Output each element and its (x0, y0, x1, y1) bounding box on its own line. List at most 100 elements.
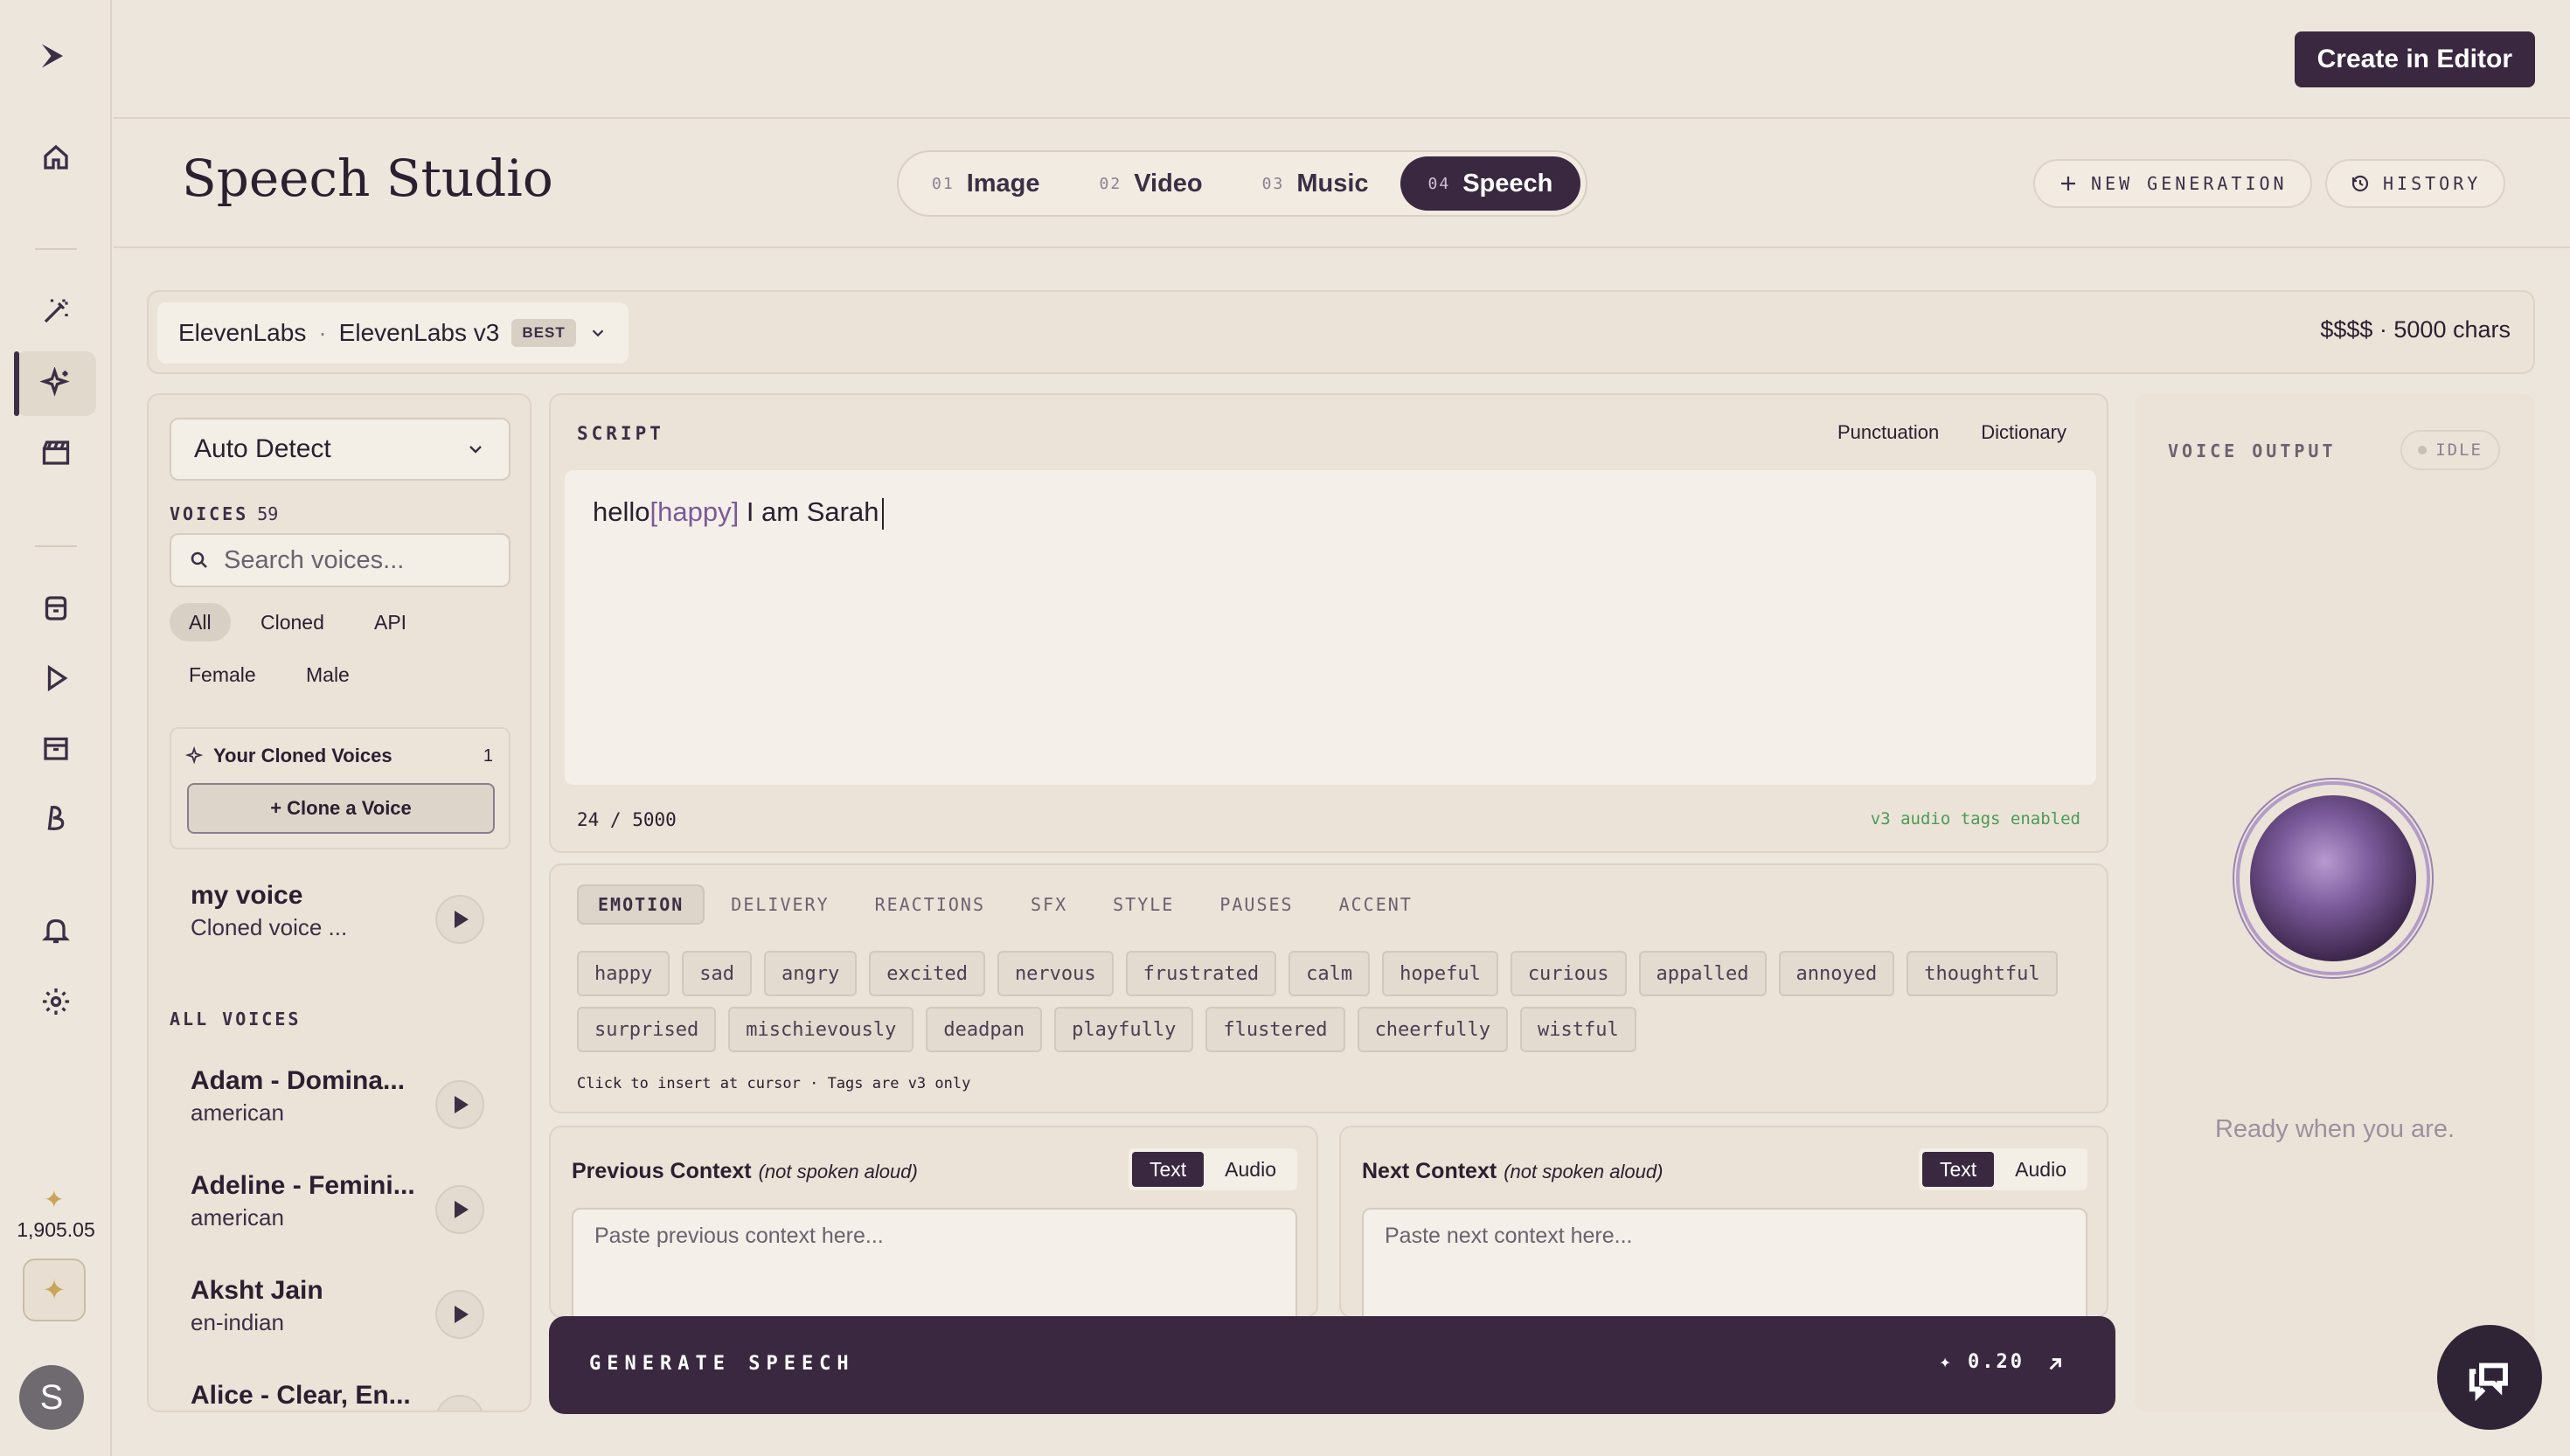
buy-credits-button[interactable]: ✦ (23, 1258, 86, 1321)
tag-chip[interactable]: hopeful (1382, 951, 1498, 996)
cloned-voices-title: Your Cloned Voices (185, 745, 392, 767)
generation-cost: ✦ 0.20 (1939, 1351, 2025, 1373)
voices-panel: Auto Detect VOICES 59 Search voices... Al… (147, 393, 531, 1412)
tag-chip[interactable]: happy (577, 951, 670, 996)
text-mode-button[interactable]: Text (1131, 1152, 1205, 1187)
next-context-panel: Next Context (not spoken aloud) Text Audi… (1339, 1126, 2108, 1318)
filter-api[interactable]: API (355, 603, 426, 641)
previous-context-title: Previous Context (not spoken aloud) (572, 1159, 918, 1183)
tag-chip[interactable]: appalled (1638, 951, 1767, 996)
home-icon[interactable] (35, 136, 77, 178)
tag-chip[interactable]: playfully (1054, 1007, 1194, 1052)
tags-enabled-note: v3 audio tags enabled (1870, 809, 2080, 829)
character-count: 24 / 5000 (577, 809, 677, 830)
voice-search-input[interactable]: Search voices... (170, 533, 511, 587)
tag-chip[interactable]: excited (869, 951, 985, 996)
tag-chip[interactable]: nervous (997, 951, 1114, 996)
generate-speech-button[interactable]: GENERATE SPEECH ✦ 0.20 (549, 1316, 2115, 1414)
audio-mode-button[interactable]: Audio (1997, 1152, 2084, 1187)
voices-label: VOICES 59 (170, 503, 279, 524)
tag-chip[interactable]: deadpan (926, 1007, 1043, 1052)
play-preview-button[interactable] (435, 895, 484, 944)
voice-item[interactable]: Aksht Jain en-indian (191, 1276, 523, 1355)
tag-chip[interactable]: annoyed (1778, 951, 1895, 996)
archive-icon[interactable] (35, 587, 77, 629)
script-panel: SCRIPT Punctuation Dictionary hello[happ… (549, 393, 2108, 853)
mode-tab-image[interactable]: 01 Image (904, 156, 1068, 211)
model-name: ElevenLabs v3 (338, 319, 500, 346)
text-mode-button[interactable]: Text (1921, 1152, 1995, 1187)
voice-item[interactable]: Adeline - Femini... american (191, 1171, 523, 1250)
filter-cloned[interactable]: Cloned (241, 603, 344, 641)
cloned-voices-count: 1 (483, 746, 493, 766)
page-title: Speech Studio (182, 149, 553, 208)
chevron-down-icon (469, 446, 482, 454)
tab-delivery[interactable]: DELIVERY (712, 884, 848, 925)
audio-tag: [happy] (649, 496, 740, 527)
tab-reactions[interactable]: REACTIONS (856, 884, 1004, 925)
box-icon[interactable] (35, 727, 77, 769)
tag-chip[interactable]: sad (682, 951, 752, 996)
new-generation-button[interactable]: NEW GENERATION (2033, 159, 2312, 208)
create-in-editor-button[interactable]: Create in Editor (2294, 31, 2535, 87)
tag-chip[interactable]: flustered (1205, 1007, 1345, 1052)
brand-b-icon[interactable] (35, 797, 77, 839)
filter-female[interactable]: Female (170, 655, 275, 694)
bell-icon[interactable] (35, 909, 77, 951)
tab-pauses[interactable]: PAUSES (1200, 884, 1312, 925)
magic-wand-icon[interactable] (35, 290, 77, 332)
tab-sfx[interactable]: SFX (1011, 884, 1087, 925)
tab-accent[interactable]: ACCENT (1320, 884, 1432, 925)
previous-context-input[interactable]: Paste previous context here... (572, 1208, 1297, 1316)
dictionary-link[interactable]: Dictionary (1981, 421, 2066, 444)
tag-chip[interactable]: thoughtful (1907, 951, 2058, 996)
text-cursor (882, 497, 885, 530)
filter-male[interactable]: Male (287, 655, 369, 694)
tag-chip[interactable]: calm (1288, 951, 1371, 996)
filter-all[interactable]: All (170, 603, 231, 641)
voice-item[interactable]: Alice - Clear, En... (191, 1381, 523, 1411)
tag-chip[interactable]: angry (763, 951, 858, 996)
sparkles-icon (185, 746, 204, 765)
history-button[interactable]: HISTORY (2325, 159, 2506, 208)
mode-tab-speech[interactable]: 04 Speech (1400, 156, 1581, 211)
model-selector[interactable]: ElevenLabs · ElevenLabs v3 BEST (157, 302, 629, 364)
chevron-down-icon (592, 329, 603, 337)
chat-support-button[interactable] (2437, 1325, 2542, 1430)
clapperboard-icon[interactable] (35, 432, 77, 474)
audio-mode-button[interactable]: Audio (1207, 1152, 1294, 1187)
tag-chip[interactable]: frustrated (1125, 951, 1277, 996)
tag-chip[interactable]: wistful (1520, 1007, 1636, 1052)
play-preview-button[interactable] (435, 1185, 484, 1234)
play-preview-button[interactable] (435, 1080, 484, 1129)
mode-tab-music[interactable]: 03 Music (1234, 156, 1397, 211)
tab-style[interactable]: STYLE (1094, 884, 1193, 925)
tag-chip[interactable]: mischievously (728, 1007, 914, 1052)
clone-voice-button[interactable]: + Clone a Voice (187, 783, 495, 834)
tag-chip[interactable]: cheerfully (1357, 1007, 1509, 1052)
logo-icon[interactable] (31, 35, 73, 77)
tag-chip[interactable]: surprised (577, 1007, 717, 1052)
arrow-up-right-icon (2049, 1358, 2061, 1370)
voice-item[interactable]: Adam - Domina... american (191, 1066, 523, 1145)
tag-chip[interactable]: curious (1510, 951, 1627, 996)
rail-active-indicator (14, 351, 19, 416)
voice-item[interactable]: my voice Cloned voice ... (191, 881, 523, 960)
sparkles-icon[interactable] (35, 362, 77, 404)
mode-tab-video[interactable]: 02 Video (1072, 156, 1231, 211)
model-bar: ElevenLabs · ElevenLabs v3 BEST $$$$ · 5… (147, 290, 2535, 374)
tab-emotion[interactable]: EMOTION (577, 884, 705, 925)
plus-icon (2061, 177, 2075, 191)
next-context-input[interactable]: Paste next context here... (1362, 1208, 2087, 1316)
user-avatar[interactable]: S (19, 1365, 84, 1430)
settings-gear-icon[interactable] (35, 981, 77, 1023)
top-bar: Create in Editor (114, 0, 2570, 119)
play-icon[interactable] (35, 657, 77, 699)
best-badge: BEST (511, 319, 576, 347)
punctuation-link[interactable]: Punctuation (1837, 421, 1939, 444)
script-textarea[interactable]: hello[happy] I am Sarah (565, 470, 2096, 785)
play-preview-button[interactable] (435, 1290, 484, 1339)
language-select[interactable]: Auto Detect (170, 418, 511, 481)
previous-context-mode-toggle: Text Audio (1128, 1148, 1297, 1190)
status-badge: IDLE (2400, 430, 2500, 470)
